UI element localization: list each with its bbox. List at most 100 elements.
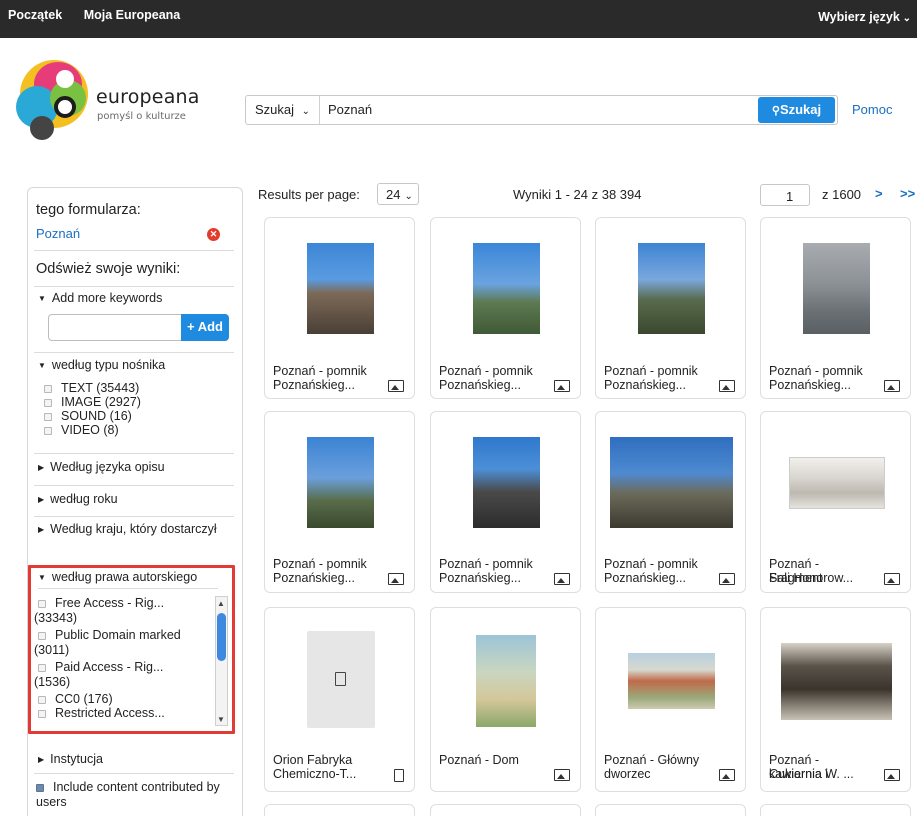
- result-thumbnail[interactable]: [638, 243, 705, 334]
- europeana-logo[interactable]: europeana pomyśl o kulturze: [16, 58, 206, 154]
- results-per-page-label: Results per page:: [258, 187, 360, 202]
- my-europeana-link[interactable]: Moja Europeana: [84, 8, 181, 22]
- checkbox[interactable]: [38, 664, 46, 672]
- checkbox[interactable]: [44, 385, 52, 393]
- image-icon: [719, 769, 735, 781]
- active-search-term[interactable]: Poznań: [36, 226, 232, 241]
- rights-option[interactable]: CC0 (176): [38, 692, 113, 706]
- checkbox[interactable]: [38, 600, 46, 608]
- image-icon: [388, 573, 404, 588]
- checkbox-checked[interactable]: [36, 784, 44, 792]
- result-thumbnail[interactable]: [476, 635, 536, 727]
- media-type-option[interactable]: TEXT (35443): [44, 381, 139, 395]
- result-title-line2: Poznańskieg...: [439, 378, 521, 392]
- media-type-facet[interactable]: ▼ według typu nośnika: [38, 358, 165, 372]
- rights-scrollbar[interactable]: ▲ ▼: [215, 596, 228, 726]
- image-icon: [554, 769, 570, 784]
- search-scope-select[interactable]: Szukaj ⌄: [246, 96, 320, 124]
- result-card[interactable]: Poznań - pomnik Poznańskieg...: [264, 411, 415, 593]
- rights-option[interactable]: Free Access - Rig...: [38, 596, 164, 610]
- result-title-line2: Poznańskieg...: [769, 378, 851, 392]
- result-card[interactable]: Poznań - pomnik Poznańskieg...: [430, 411, 581, 593]
- result-card[interactable]: [264, 804, 415, 816]
- image-icon: [884, 769, 900, 784]
- country-facet[interactable]: ▶ Według kraju, który dostarczył: [38, 522, 228, 537]
- result-card[interactable]: Orion Fabryka Chemiczno-T...: [264, 607, 415, 792]
- rights-option[interactable]: Public Domain marked: [38, 628, 181, 642]
- language-selector[interactable]: Wybierz język ⌄: [818, 10, 911, 24]
- institution-facet[interactable]: ▶ Instytucja: [38, 752, 103, 766]
- result-title-line1: Poznań - Dom: [439, 753, 519, 767]
- search-button[interactable]: ⚲Szukaj: [758, 97, 835, 123]
- triangle-down-icon: ▼: [38, 294, 46, 303]
- remove-term-icon[interactable]: ✕: [207, 228, 220, 241]
- next-page-link[interactable]: >: [875, 186, 883, 201]
- scroll-up-icon[interactable]: ▲: [217, 599, 225, 608]
- media-type-option[interactable]: VIDEO (8): [44, 423, 119, 437]
- scroll-down-icon[interactable]: ▼: [217, 715, 225, 724]
- result-card[interactable]: [430, 804, 581, 816]
- triangle-down-icon: ▼: [38, 573, 46, 582]
- result-card[interactable]: Poznań - pomnik Poznańskieg...: [430, 217, 581, 399]
- result-card[interactable]: [595, 804, 746, 816]
- add-keyword-button[interactable]: + Add: [181, 314, 229, 341]
- checkbox[interactable]: [38, 696, 46, 704]
- result-thumbnail[interactable]: [307, 243, 374, 334]
- media-type-option[interactable]: IMAGE (2927): [44, 395, 141, 409]
- divider: [34, 516, 234, 517]
- checkbox[interactable]: [44, 427, 52, 435]
- add-keywords-toggle[interactable]: ▼ Add more keywords: [38, 291, 162, 305]
- rights-facet[interactable]: ▼ według prawa autorskiego: [38, 570, 197, 584]
- rights-option-count: (1536): [34, 675, 71, 689]
- help-link[interactable]: Pomoc: [852, 102, 892, 117]
- result-card[interactable]: [760, 804, 911, 816]
- home-link[interactable]: Początek: [8, 8, 62, 22]
- checkbox[interactable]: [44, 399, 52, 407]
- brand-name: europeana: [96, 86, 200, 108]
- triangle-right-icon: ▶: [38, 463, 45, 472]
- year-facet[interactable]: ▶ według roku: [38, 492, 118, 506]
- add-keywords-label: Add more keywords: [51, 291, 163, 305]
- checkbox[interactable]: [38, 632, 46, 640]
- keyword-input[interactable]: [48, 314, 182, 341]
- last-page-link[interactable]: >>: [900, 186, 915, 201]
- result-thumbnail[interactable]: [781, 643, 892, 720]
- image-icon: [884, 769, 900, 781]
- ugc-option[interactable]: Include content contributed by users: [36, 780, 232, 810]
- result-card[interactable]: Poznań - Fragment Sali Honorow...: [760, 411, 911, 593]
- rights-option[interactable]: Restricted Access...: [38, 706, 165, 720]
- search-bar: Szukaj ⌄ Poznań ⚲Szukaj: [245, 95, 838, 125]
- result-thumbnail[interactable]: [307, 437, 374, 528]
- result-card[interactable]: Poznań - pomnik Poznańskieg...: [264, 217, 415, 399]
- rights-option[interactable]: Paid Access - Rig...: [38, 660, 163, 674]
- result-thumbnail[interactable]: [473, 243, 540, 334]
- checkbox[interactable]: [44, 413, 52, 421]
- result-title-line1: Poznań - Główny: [604, 753, 700, 767]
- result-thumbnail[interactable]: [610, 437, 733, 528]
- language-facet[interactable]: ▶ Według języka opisu: [38, 460, 165, 474]
- media-type-option[interactable]: SOUND (16): [44, 409, 132, 423]
- result-card[interactable]: Poznań - Cukiernia i kawiarnia W. ...: [760, 607, 911, 792]
- page-total: z 1600: [822, 187, 862, 202]
- search-input[interactable]: Poznań: [328, 102, 372, 117]
- result-title-line2: Chemiczno-T...: [273, 767, 357, 781]
- result-thumbnail[interactable]: [803, 243, 870, 334]
- result-card[interactable]: Poznań - Dom: [430, 607, 581, 792]
- image-icon: [388, 573, 404, 585]
- image-icon: [554, 380, 570, 395]
- result-card[interactable]: Poznań - pomnik Poznańskieg...: [595, 411, 746, 593]
- page-number-input[interactable]: 1: [760, 184, 810, 206]
- image-icon: [884, 380, 900, 395]
- result-thumbnail[interactable]: [628, 653, 715, 709]
- result-thumbnail[interactable]: [473, 437, 540, 528]
- option-label: Restricted Access...: [55, 706, 165, 720]
- result-thumbnail[interactable]: [789, 457, 885, 509]
- chevron-down-icon: ⌄: [301, 106, 311, 117]
- result-title-line2: Poznańskieg...: [604, 378, 686, 392]
- scroll-thumb[interactable]: [217, 613, 226, 661]
- result-card[interactable]: Poznań - Główny dworzec: [595, 607, 746, 792]
- result-card[interactable]: Poznań - pomnik Poznańskieg...: [595, 217, 746, 399]
- results-per-page-select[interactable]: 24 ⌄: [377, 183, 419, 205]
- checkbox[interactable]: [38, 710, 46, 718]
- result-card[interactable]: Poznań - pomnik Poznańskieg...: [760, 217, 911, 399]
